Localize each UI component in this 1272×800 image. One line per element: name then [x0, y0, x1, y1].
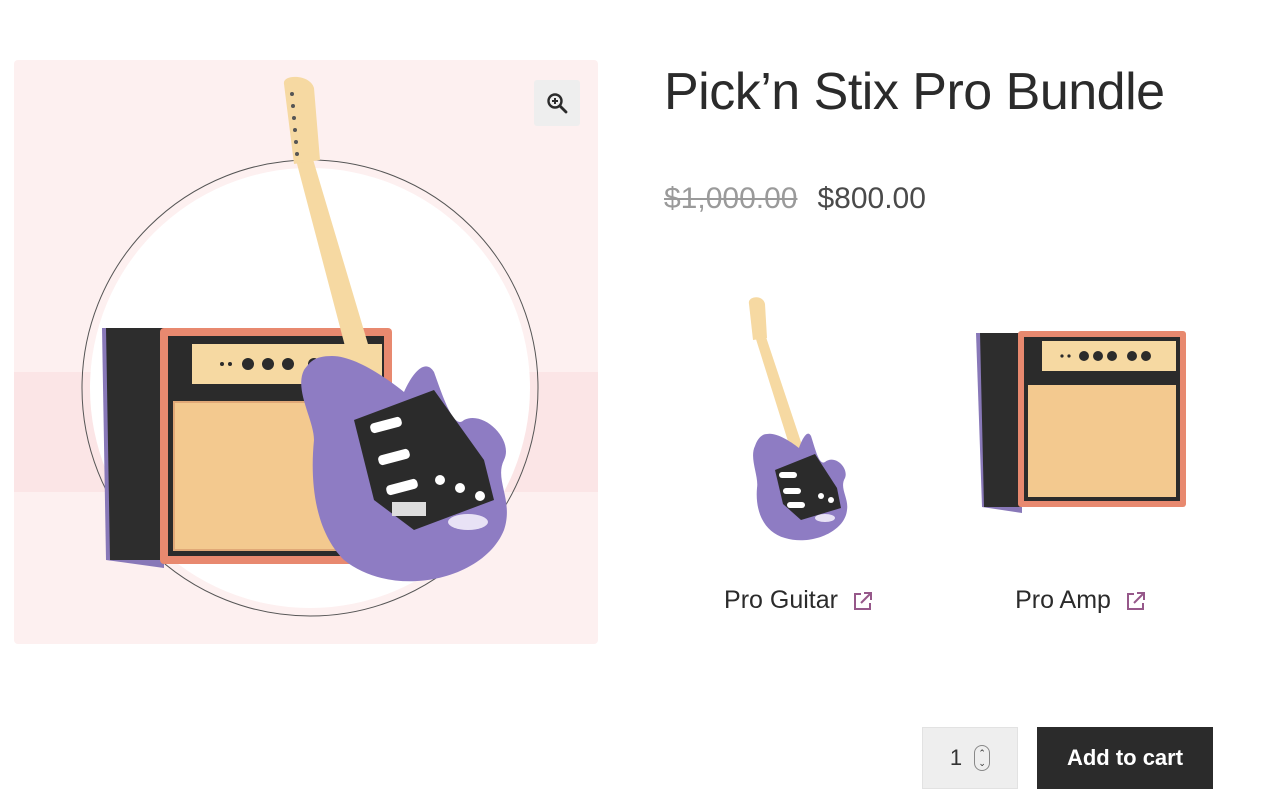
zoom-button[interactable] — [534, 80, 580, 126]
chevron-up-icon[interactable]: ⌃ — [978, 748, 986, 758]
zoom-in-icon — [547, 93, 568, 114]
bundle-item-name: Pro Amp — [1015, 586, 1111, 614]
sale-price: $800.00 — [817, 182, 926, 215]
bundle-item-image — [962, 296, 1202, 546]
guitar-image — [748, 297, 848, 541]
product-main-image — [14, 76, 598, 617]
product-gallery — [14, 60, 598, 644]
add-to-cart-button[interactable]: Add to cart — [1037, 727, 1213, 789]
product-title: Pick’n Stix Pro Bundle — [664, 63, 1165, 121]
external-link-icon[interactable] — [1123, 588, 1149, 614]
bundle-item-name-row: Pro Guitar — [680, 586, 920, 615]
bundle-item-guitar: Pro Guitar — [680, 296, 920, 615]
external-link-icon[interactable] — [850, 588, 876, 614]
regular-price: $1,000.00 — [664, 182, 798, 215]
quantity-input[interactable]: 1 ⌃ ⌄ — [922, 727, 1018, 789]
amp-image — [976, 331, 1186, 513]
quantity-value[interactable]: 1 — [950, 745, 962, 771]
product-price: $1,000.00 $800.00 — [664, 182, 926, 216]
bundle-item-amp: Pro Amp — [962, 296, 1202, 615]
chevron-down-icon[interactable]: ⌄ — [978, 758, 986, 768]
bundle-item-image — [680, 296, 920, 546]
quantity-stepper[interactable]: ⌃ ⌄ — [974, 745, 991, 771]
bundle-item-name-row: Pro Amp — [962, 586, 1202, 615]
bundle-item-name: Pro Guitar — [724, 586, 838, 614]
